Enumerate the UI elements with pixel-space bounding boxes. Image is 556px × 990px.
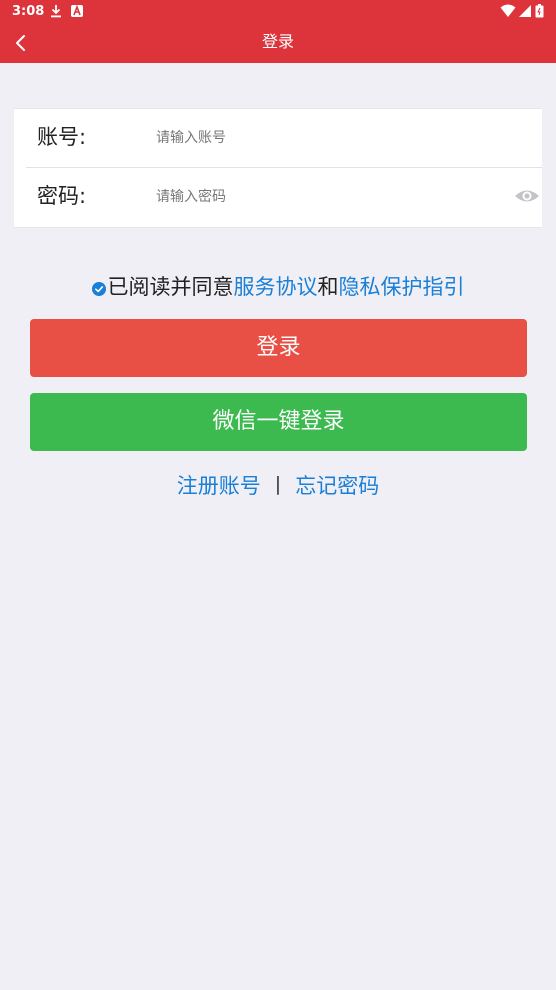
password-row: 密码: — [14, 168, 542, 226]
page-title: 登录 — [261, 32, 294, 51]
agreement-checkbox[interactable] — [91, 282, 106, 296]
service-agreement-link[interactable]: 服务协议 — [234, 275, 318, 299]
privacy-policy-link[interactable]: 隐私保护指引 — [339, 275, 465, 299]
agreement-conjunction: 和 — [317, 275, 339, 299]
status-bar: 3:08 — [0, 0, 556, 24]
download-icon — [51, 5, 61, 18]
wifi-icon — [500, 4, 516, 17]
agreement-row: 已阅读并同意服务协议和隐私保护指引 — [0, 272, 556, 302]
account-row: 账号: — [14, 109, 542, 167]
link-separator: | — [274, 473, 282, 495]
status-time: 3:08 — [12, 4, 45, 19]
account-label: 账号: — [37, 125, 87, 149]
agreement-prefix: 已阅读并同意 — [107, 275, 234, 299]
bottom-links: 注册账号 | 忘记密码 — [0, 468, 556, 500]
wechat-login-button[interactable]: 微信一键登录 — [30, 393, 527, 451]
notification-a-icon — [71, 4, 83, 17]
register-link[interactable]: 注册账号 — [177, 474, 261, 498]
forgot-password-link[interactable]: 忘记密码 — [295, 474, 379, 498]
login-button[interactable]: 登录 — [30, 319, 527, 377]
login-form: 账号: 密码: — [14, 108, 542, 228]
password-label: 密码: — [37, 184, 87, 208]
eye-icon[interactable] — [514, 184, 540, 208]
account-input[interactable] — [156, 123, 486, 153]
app-bar: 登录 — [0, 24, 556, 63]
password-input[interactable] — [156, 182, 486, 212]
battery-icon — [535, 4, 544, 18]
signal-icon — [519, 5, 531, 17]
